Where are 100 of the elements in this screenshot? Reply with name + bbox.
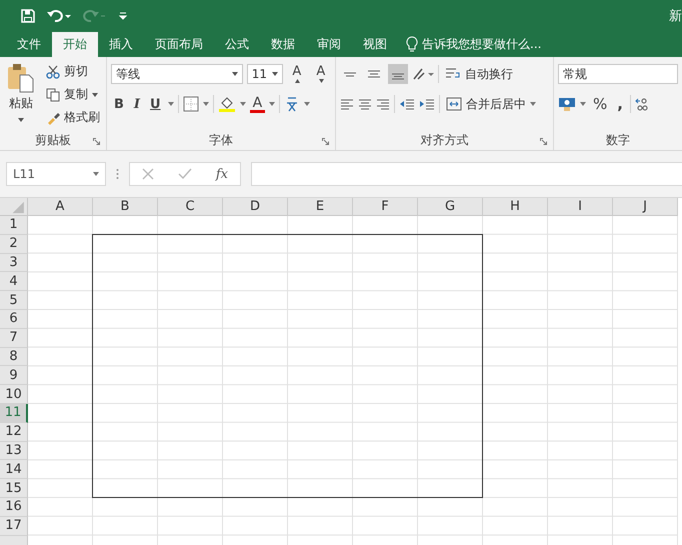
dropdown-icon <box>530 102 536 106</box>
ribbon-tab[interactable]: 公式 <box>214 32 260 57</box>
row-header[interactable]: 5 <box>0 291 28 310</box>
merge-cells-icon <box>446 97 462 111</box>
align-right-icon[interactable] <box>376 98 390 110</box>
align-left-icon[interactable] <box>340 98 354 110</box>
ribbon-tab[interactable]: 页面布局 <box>144 32 214 57</box>
fill-color-icon[interactable] <box>218 95 236 113</box>
cut-button[interactable]: 剪切 <box>44 61 102 82</box>
group-label: 字体 <box>208 132 233 148</box>
formula-input[interactable] <box>251 162 682 186</box>
row-header[interactable]: 11 <box>0 404 28 423</box>
dropdown-icon <box>18 118 24 122</box>
column-header[interactable]: I <box>548 198 613 216</box>
dropdown-icon <box>92 92 98 96</box>
dialog-launcher-icon[interactable] <box>540 138 547 145</box>
row-header[interactable]: 13 <box>0 442 28 460</box>
row-header[interactable]: 4 <box>0 272 28 292</box>
comma-button[interactable]: , <box>614 94 626 114</box>
shrink-font-button[interactable]: A <box>310 64 331 84</box>
column-header[interactable]: F <box>353 198 418 216</box>
font-color-button[interactable]: A <box>250 95 266 113</box>
dropdown-icon[interactable] <box>580 102 586 106</box>
copy-icon <box>46 88 60 102</box>
ribbon-tab[interactable]: 插入 <box>98 32 144 57</box>
increase-decimal-icon[interactable] <box>634 97 649 111</box>
wrap-text-button[interactable]: 自动换行 <box>442 64 515 84</box>
align-middle-icon <box>366 68 381 80</box>
row-header[interactable]: 10 <box>0 385 28 404</box>
italic-button[interactable]: I <box>130 94 144 114</box>
window-title: 新 <box>669 8 682 25</box>
align-center-icon[interactable] <box>358 98 372 110</box>
dropdown-icon[interactable] <box>240 102 246 106</box>
column-header[interactable]: A <box>28 198 93 216</box>
name-box[interactable]: L11 <box>6 162 106 186</box>
dropdown-icon[interactable] <box>304 102 310 106</box>
group-label: 剪贴板 <box>35 132 71 148</box>
row-header[interactable]: 1 <box>0 216 28 235</box>
dropdown-icon[interactable] <box>269 102 276 106</box>
customize-icon[interactable] <box>118 10 128 22</box>
format-painter-button[interactable]: 格式刷 <box>44 107 102 128</box>
drag-handle-icon[interactable] <box>116 168 119 180</box>
align-top-icon <box>342 72 357 76</box>
insert-function-button[interactable]: fx <box>216 166 228 182</box>
column-header[interactable]: H <box>483 198 548 216</box>
grow-font-button[interactable]: A <box>286 64 307 84</box>
ribbon-tab[interactable]: 视图 <box>352 32 398 57</box>
group-label: 对齐方式 <box>420 132 468 148</box>
row-header[interactable]: 2 <box>0 234 28 254</box>
save-icon[interactable] <box>20 8 36 24</box>
row-header[interactable]: 7 <box>0 328 28 348</box>
row-header[interactable]: 17 <box>0 516 28 536</box>
undo-icon[interactable] <box>46 8 72 24</box>
dropdown-icon[interactable] <box>202 102 209 106</box>
tell-me-search[interactable]: 告诉我您想要做什么... <box>422 32 542 57</box>
row-header[interactable]: 14 <box>0 460 28 480</box>
column-header[interactable]: D <box>223 198 288 216</box>
vertical-align-button[interactable] <box>388 64 408 84</box>
ribbon-tab[interactable]: 开始 <box>52 32 98 57</box>
underline-button[interactable]: U <box>147 94 164 114</box>
column-header[interactable]: G <box>418 198 483 216</box>
dropdown-icon <box>232 72 238 76</box>
increase-indent-icon[interactable] <box>418 98 435 110</box>
ribbon-tab[interactable]: 审阅 <box>306 32 352 57</box>
bold-button[interactable]: B <box>111 94 127 114</box>
checkmark-icon[interactable] <box>178 168 192 180</box>
row-header[interactable]: 6 <box>0 310 28 329</box>
column-header[interactable]: J <box>613 198 678 216</box>
row-header[interactable]: 8 <box>0 348 28 366</box>
merge-center-button[interactable]: 合并后居中 <box>444 94 538 114</box>
ribbon-tab[interactable]: 文件 <box>6 32 52 57</box>
currency-icon[interactable] <box>558 96 576 112</box>
ribbon-tab[interactable]: 数据 <box>260 32 306 57</box>
number-format-dropdown[interactable]: 常规 <box>558 64 678 84</box>
dialog-launcher-icon[interactable] <box>322 138 329 145</box>
column-header[interactable]: B <box>93 198 158 216</box>
text-orientation-icon[interactable] <box>412 67 434 81</box>
row-header[interactable]: 15 <box>0 479 28 498</box>
dropdown-icon <box>93 172 99 176</box>
borders-icon[interactable] <box>182 96 199 112</box>
decrease-indent-icon[interactable] <box>398 98 415 110</box>
column-header[interactable]: C <box>158 198 223 216</box>
row-header[interactable]: 3 <box>0 254 28 272</box>
clipboard-icon <box>6 63 36 93</box>
percent-button[interactable]: % <box>590 94 610 114</box>
dropdown-icon[interactable] <box>168 102 174 106</box>
paste-button[interactable]: 粘贴 <box>4 61 38 130</box>
font-size-dropdown[interactable]: 11 <box>246 64 283 84</box>
dropdown-icon <box>272 72 278 76</box>
row-header[interactable]: 12 <box>0 422 28 442</box>
paintbrush-icon <box>46 110 60 124</box>
group-label: 数字 <box>606 132 630 148</box>
row-header[interactable]: 9 <box>0 366 28 386</box>
column-header[interactable]: E <box>288 198 353 216</box>
copy-button[interactable]: 复制 <box>44 84 102 105</box>
cell-grid[interactable] <box>28 216 678 545</box>
caret-up-icon <box>294 79 300 83</box>
font-name-dropdown[interactable]: 等线 <box>111 64 243 84</box>
row-header[interactable]: 16 <box>0 498 28 517</box>
dialog-launcher-icon[interactable] <box>93 138 100 145</box>
